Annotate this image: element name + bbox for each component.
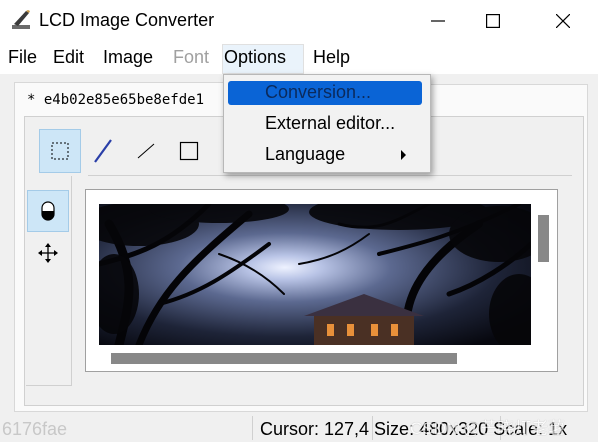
menu-item-conversion-label: Conversion... [265, 82, 372, 102]
submenu-arrow-icon [401, 150, 406, 160]
status-divider [252, 416, 253, 440]
watermark-text: CSDN @芒晓灯老薯 [410, 419, 566, 438]
menu-help[interactable]: Help [312, 47, 351, 71]
menu-item-external-editor[interactable]: External editor... [228, 112, 422, 136]
menu-image[interactable]: Image [102, 47, 154, 71]
status-ghost-text: 6176fae [2, 419, 68, 439]
vertical-scrollbar[interactable] [538, 215, 549, 262]
move-tool-button[interactable] [27, 232, 69, 274]
document-tab[interactable]: * e4b02e85e65be8efde1 [14, 82, 240, 116]
rectangle-tool-button[interactable] [168, 129, 210, 173]
select-rect-tool-button[interactable] [39, 129, 81, 173]
mouse-icon [41, 201, 55, 221]
window-title: LCD Image Converter [39, 10, 215, 30]
maximize-icon [486, 14, 500, 28]
status-bar: 6176fae Cursor: 127,4 Size: 480x320 Scal… [0, 414, 598, 442]
menu-font: Font [173, 47, 210, 67]
image-canvas[interactable] [85, 189, 558, 372]
maximize-button[interactable] [470, 0, 516, 42]
minimize-icon [431, 20, 445, 22]
line-tool-button[interactable] [125, 129, 167, 173]
minimize-button[interactable] [415, 0, 461, 42]
title-bar: LCD Image Converter [0, 0, 598, 42]
menu-edit[interactable]: Edit [52, 47, 85, 71]
rectangle-icon [179, 141, 199, 161]
pen-tool-button[interactable] [82, 129, 124, 173]
menu-item-language-label: Language [265, 144, 346, 164]
app-pen-icon [12, 10, 30, 29]
options-dropdown-menu: Conversion... External editor... Languag… [223, 74, 431, 173]
menu-item-language[interactable]: Language [228, 143, 422, 167]
menu-item-conversion[interactable]: Conversion... [228, 81, 422, 105]
close-button[interactable] [540, 0, 586, 42]
menu-options[interactable]: Options [222, 44, 304, 74]
night-forest-image [99, 204, 531, 345]
move-icon [38, 243, 58, 263]
menu-bar: File Edit Image Font Options Help [0, 42, 598, 74]
toolbar-divider [88, 175, 572, 176]
line-icon [137, 143, 155, 159]
pen-icon [94, 139, 112, 163]
mouse-tool-button[interactable] [27, 190, 69, 232]
side-toolbar [26, 176, 72, 386]
menu-item-external-editor-label: External editor... [265, 113, 396, 133]
document-tab-label: * e4b02e85e65be8efde1 [27, 92, 205, 108]
menu-file[interactable]: File [7, 47, 38, 71]
horizontal-scrollbar[interactable] [111, 353, 457, 364]
select-rect-icon [51, 142, 69, 160]
close-icon [556, 14, 570, 28]
